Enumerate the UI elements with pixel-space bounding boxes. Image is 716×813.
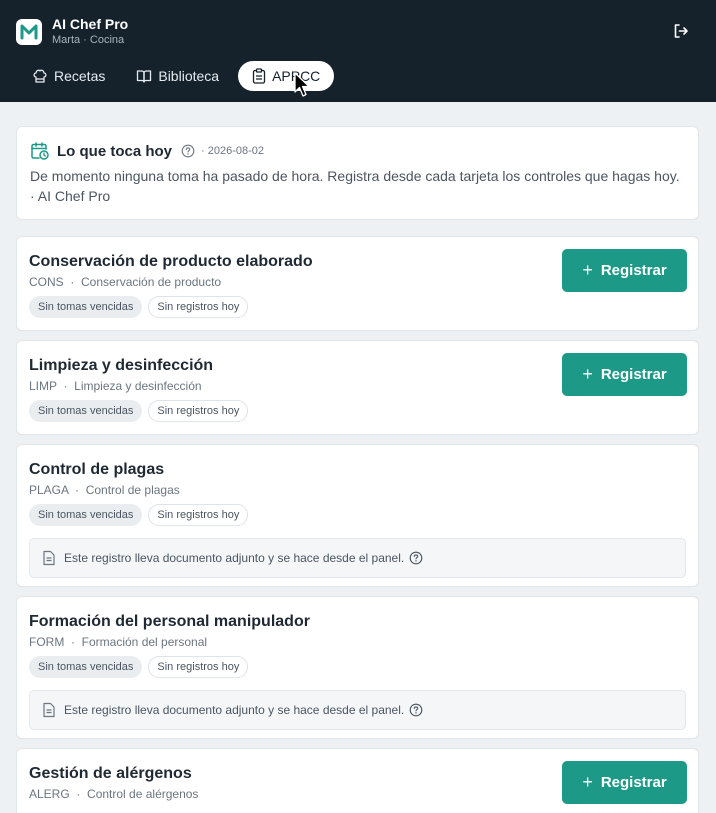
control-card-cons: Conservación de producto elaborado CONS … [16,236,699,331]
app-header: AI Chef Pro Marta · Cocina Recetas Bibli… [0,0,716,102]
status-badge-today: Sin registros hoy [148,656,249,678]
tab-label: Recetas [54,68,106,84]
help-icon[interactable] [409,703,423,717]
status-badge-overdue: Sin tomas vencidas [29,504,143,526]
status-badge-overdue: Sin tomas vencidas [29,296,143,318]
book-icon [137,70,152,83]
today-date: · 2026-08-02 [201,145,265,157]
register-button[interactable]: + Registrar [562,761,687,804]
status-badge-today: Sin registros hoy [148,400,249,422]
status-badge-overdue: Sin tomas vencidas [29,400,143,422]
brand: AI Chef Pro Marta · Cocina [16,16,128,47]
today-message: De momento ninguna toma ha pasado de hor… [30,168,680,204]
status-badge-overdue: Sin tomas vencidas [29,656,143,678]
register-button[interactable]: + Registrar [562,353,687,396]
control-title: Formación del personal manipulador [29,613,310,630]
control-card-alerg: Gestión de alérgenos ALERG · Control de … [16,748,699,813]
attachment-notice: Este registro lleva documento adjunto y … [29,690,686,730]
document-icon [43,550,55,566]
attachment-notice: Este registro lleva documento adjunto y … [29,538,686,578]
status-badge-today: Sin registros hoy [148,504,249,526]
tab-label: APPCC [272,68,321,84]
control-card-limp: Limpieza y desinfección LIMP · Limpieza … [16,340,699,435]
document-icon [43,702,55,718]
chef-hat-icon [33,69,47,83]
calendar-clock-icon [31,142,49,160]
help-icon[interactable] [181,144,195,158]
control-card-form: Formación del personal manipulador FORM … [16,596,699,739]
tab-recetas[interactable]: Recetas [20,61,117,91]
clipboard-icon [252,68,266,84]
tab-label: Biblioteca [158,68,220,84]
app-title: AI Chef Pro [52,16,129,32]
app-logo [16,18,42,45]
main-content: Lo que toca hoy · 2026-08-02 De momento … [16,126,699,813]
control-code: FORM · Formación del personal [29,635,208,649]
control-title: Control de plagas [29,461,165,478]
register-button[interactable]: + Registrar [562,249,687,292]
control-code: PLAGA · Control de plagas [29,483,180,497]
help-icon[interactable] [409,551,423,565]
tab-appcc[interactable]: APPCC [238,61,335,91]
plus-icon: + [582,772,593,792]
logout-icon[interactable] [672,22,690,40]
logo-m-icon [20,24,38,39]
today-title: Lo que toca hoy [57,142,173,160]
tab-biblioteca[interactable]: Biblioteca [124,61,231,91]
plus-icon: + [582,260,593,280]
plus-icon: + [582,364,593,384]
today-card: Lo que toca hoy · 2026-08-02 De momento … [16,126,699,220]
status-badge-today: Sin registros hoy [148,296,249,318]
main-tabs: Recetas Biblioteca APPCC [20,61,341,91]
control-card-plaga: Control de plagas PLAGA · Control de pla… [16,444,699,587]
user-location: Marta · Cocina [52,34,125,46]
